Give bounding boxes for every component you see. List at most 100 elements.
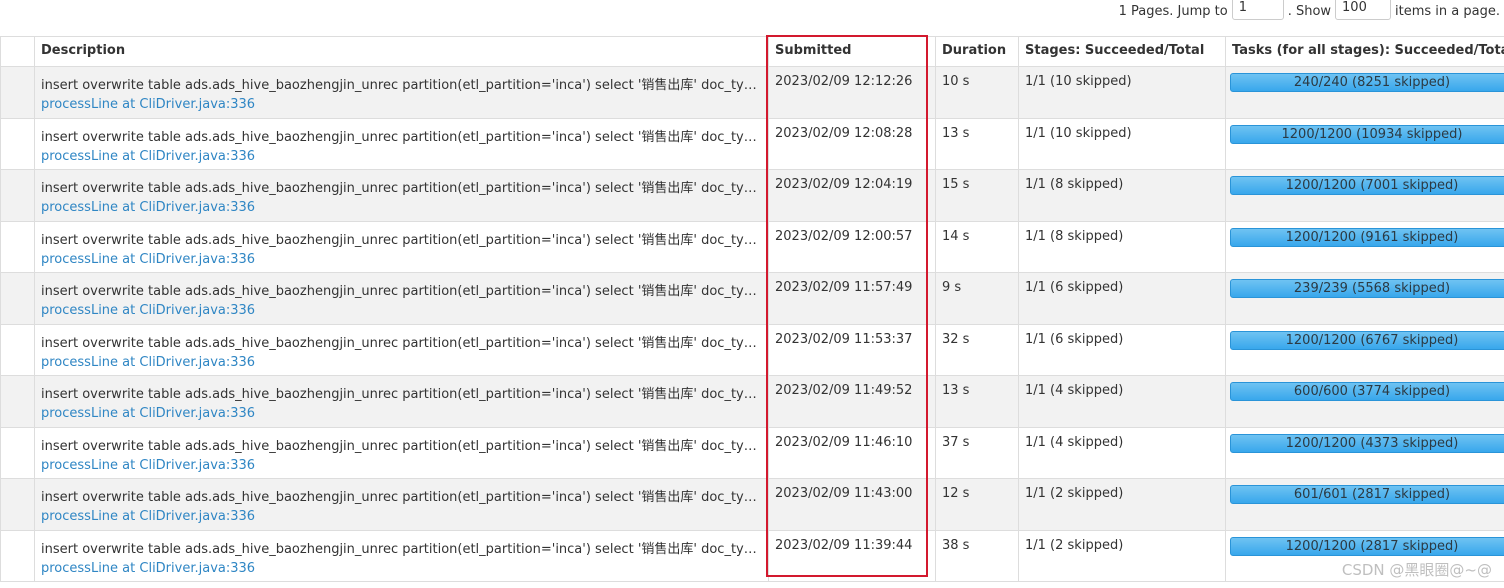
- tasks-progress-bar: 601/601 (2817 skipped): [1230, 485, 1504, 504]
- job-call-site-link[interactable]: processLine at CliDriver.java:336: [41, 97, 762, 112]
- tasks-cell: 600/600 (3774 skipped): [1225, 375, 1504, 428]
- stages-cell: 1/1 (8 skipped): [1018, 169, 1226, 222]
- description-cell: insert overwrite table ads.ads_hive_baoz…: [34, 117, 769, 170]
- job-id-header[interactable]: [0, 36, 35, 67]
- duration-cell: 13 s: [935, 117, 1019, 170]
- jobs-table-body: insert overwrite table ads.ads_hive_baoz…: [0, 66, 1504, 582]
- tasks-progress-label: 1200/1200 (9161 skipped): [1285, 229, 1459, 245]
- stages-cell: 1/1 (6 skipped): [1018, 272, 1226, 325]
- job-id-cell: [0, 66, 35, 119]
- job-description[interactable]: insert overwrite table ads.ads_hive_baoz…: [41, 435, 762, 454]
- job-description[interactable]: insert overwrite table ads.ads_hive_baoz…: [41, 486, 762, 505]
- tasks-cell: 1200/1200 (9161 skipped): [1225, 220, 1504, 273]
- table-row: insert overwrite table ads.ads_hive_baoz…: [0, 529, 1504, 582]
- description-cell: insert overwrite table ads.ads_hive_baoz…: [34, 323, 769, 376]
- stages-cell: 1/1 (8 skipped): [1018, 220, 1226, 273]
- job-call-site-link[interactable]: processLine at CliDriver.java:336: [41, 149, 762, 164]
- jump-to-page-input[interactable]: [1231, 0, 1284, 20]
- submitted-header[interactable]: Submitted: [768, 36, 936, 67]
- stages-header[interactable]: Stages: Succeeded/Total: [1018, 36, 1226, 67]
- submitted-cell: 2023/02/09 12:12:26: [768, 66, 936, 119]
- job-description[interactable]: insert overwrite table ads.ads_hive_baoz…: [41, 126, 762, 145]
- table-row: insert overwrite table ads.ads_hive_baoz…: [0, 323, 1504, 376]
- job-description[interactable]: insert overwrite table ads.ads_hive_baoz…: [41, 383, 762, 402]
- tasks-progress-bar: 1200/1200 (7001 skipped): [1230, 176, 1504, 195]
- job-description[interactable]: insert overwrite table ads.ads_hive_baoz…: [41, 229, 762, 248]
- tasks-progress-bar: 239/239 (5568 skipped): [1230, 279, 1504, 298]
- table-row: insert overwrite table ads.ads_hive_baoz…: [0, 478, 1504, 531]
- submitted-cell: 2023/02/09 11:49:52: [768, 375, 936, 428]
- job-call-site-link[interactable]: processLine at CliDriver.java:336: [41, 200, 762, 215]
- tasks-progress-label: 1200/1200 (7001 skipped): [1285, 178, 1459, 193]
- tasks-header[interactable]: Tasks (for all stages): Succeeded/Total: [1225, 36, 1504, 67]
- tasks-progress-bar: 1200/1200 (9161 skipped): [1230, 227, 1504, 247]
- table-row: insert overwrite table ads.ads_hive_baoz…: [0, 220, 1504, 273]
- job-description[interactable]: insert overwrite table ads.ads_hive_baoz…: [41, 538, 762, 557]
- description-cell: insert overwrite table ads.ads_hive_baoz…: [34, 529, 769, 582]
- duration-cell: 37 s: [935, 426, 1019, 479]
- duration-cell: 14 s: [935, 220, 1019, 273]
- job-call-site-link[interactable]: processLine at CliDriver.java:336: [41, 561, 762, 576]
- submitted-cell: 2023/02/09 11:46:10: [768, 426, 936, 479]
- description-cell: insert overwrite table ads.ads_hive_baoz…: [34, 426, 769, 479]
- job-call-site-link[interactable]: processLine at CliDriver.java:336: [41, 303, 762, 318]
- tasks-progress-label: 1200/1200 (2817 skipped): [1285, 538, 1459, 554]
- submitted-cell: 2023/02/09 12:00:57: [768, 220, 936, 273]
- tasks-progress-label: 1200/1200 (6767 skipped): [1285, 332, 1459, 348]
- tasks-progress-bar: 240/240 (8251 skipped): [1230, 73, 1504, 92]
- job-call-site-link[interactable]: processLine at CliDriver.java:336: [41, 458, 762, 473]
- job-description[interactable]: insert overwrite table ads.ads_hive_baoz…: [41, 74, 762, 93]
- watermark: CSDN @黑眼圈@~@: [1341, 561, 1492, 579]
- items-per-page-label: items in a page.: [1395, 3, 1500, 19]
- job-call-site-link[interactable]: processLine at CliDriver.java:336: [41, 509, 762, 524]
- table-row: insert overwrite table ads.ads_hive_baoz…: [0, 426, 1504, 479]
- job-description[interactable]: insert overwrite table ads.ads_hive_baoz…: [41, 177, 762, 196]
- job-call-site-link[interactable]: processLine at CliDriver.java:336: [41, 252, 762, 267]
- tasks-progress-bar: 600/600 (3774 skipped): [1230, 382, 1504, 401]
- table-row: insert overwrite table ads.ads_hive_baoz…: [0, 117, 1504, 170]
- tasks-progress-bar: 1200/1200 (10934 skipped): [1230, 124, 1504, 144]
- submitted-cell: 2023/02/09 11:39:44: [768, 529, 936, 582]
- duration-cell: 12 s: [935, 478, 1019, 531]
- table-row: insert overwrite table ads.ads_hive_baoz…: [0, 66, 1504, 119]
- tasks-cell: 239/239 (5568 skipped): [1225, 272, 1504, 325]
- duration-cell: 32 s: [935, 323, 1019, 376]
- submitted-cell: 2023/02/09 11:43:00: [768, 478, 936, 531]
- tasks-cell: 1200/1200 (10934 skipped): [1225, 117, 1504, 170]
- job-description[interactable]: insert overwrite table ads.ads_hive_baoz…: [41, 280, 762, 299]
- duration-cell: 9 s: [935, 272, 1019, 325]
- page-size-input[interactable]: [1335, 0, 1392, 20]
- job-call-site-link[interactable]: processLine at CliDriver.java:336: [41, 355, 762, 370]
- job-id-cell: [0, 117, 35, 170]
- stages-cell: 1/1 (4 skipped): [1018, 426, 1226, 479]
- table-row: insert overwrite table ads.ads_hive_baoz…: [0, 375, 1504, 428]
- description-header[interactable]: Description: [34, 36, 769, 67]
- submitted-cell: 2023/02/09 12:04:19: [768, 169, 936, 222]
- description-cell: insert overwrite table ads.ads_hive_baoz…: [34, 220, 769, 273]
- jobs-table: Description Submitted Duration Stages: S…: [0, 36, 1504, 582]
- description-cell: insert overwrite table ads.ads_hive_baoz…: [34, 169, 769, 222]
- duration-header[interactable]: Duration: [935, 36, 1019, 67]
- stages-cell: 1/1 (10 skipped): [1018, 66, 1226, 119]
- job-id-cell: [0, 375, 35, 428]
- stages-cell: 1/1 (4 skipped): [1018, 375, 1226, 428]
- description-cell: insert overwrite table ads.ads_hive_baoz…: [34, 478, 769, 531]
- tasks-progress-label: 601/601 (2817 skipped): [1293, 487, 1451, 502]
- duration-cell: 15 s: [935, 169, 1019, 222]
- tasks-cell: 240/240 (8251 skipped): [1225, 66, 1504, 119]
- job-description[interactable]: insert overwrite table ads.ads_hive_baoz…: [41, 332, 762, 351]
- duration-cell: 10 s: [935, 66, 1019, 119]
- stages-cell: 1/1 (6 skipped): [1018, 323, 1226, 376]
- tasks-progress-label: 239/239 (5568 skipped): [1293, 281, 1451, 296]
- job-call-site-link[interactable]: processLine at CliDriver.java:336: [41, 406, 762, 421]
- description-cell: insert overwrite table ads.ads_hive_baoz…: [34, 66, 769, 119]
- tasks-progress-label: 1200/1200 (4373 skipped): [1285, 435, 1459, 451]
- submitted-cell: 2023/02/09 11:57:49: [768, 272, 936, 325]
- job-id-cell: [0, 426, 35, 479]
- duration-cell: 13 s: [935, 375, 1019, 428]
- duration-cell: 38 s: [935, 529, 1019, 582]
- job-id-cell: [0, 323, 35, 376]
- table-header-row: Description Submitted Duration Stages: S…: [0, 36, 1504, 67]
- tasks-cell: 601/601 (2817 skipped): [1225, 478, 1504, 531]
- description-cell: insert overwrite table ads.ads_hive_baoz…: [34, 272, 769, 325]
